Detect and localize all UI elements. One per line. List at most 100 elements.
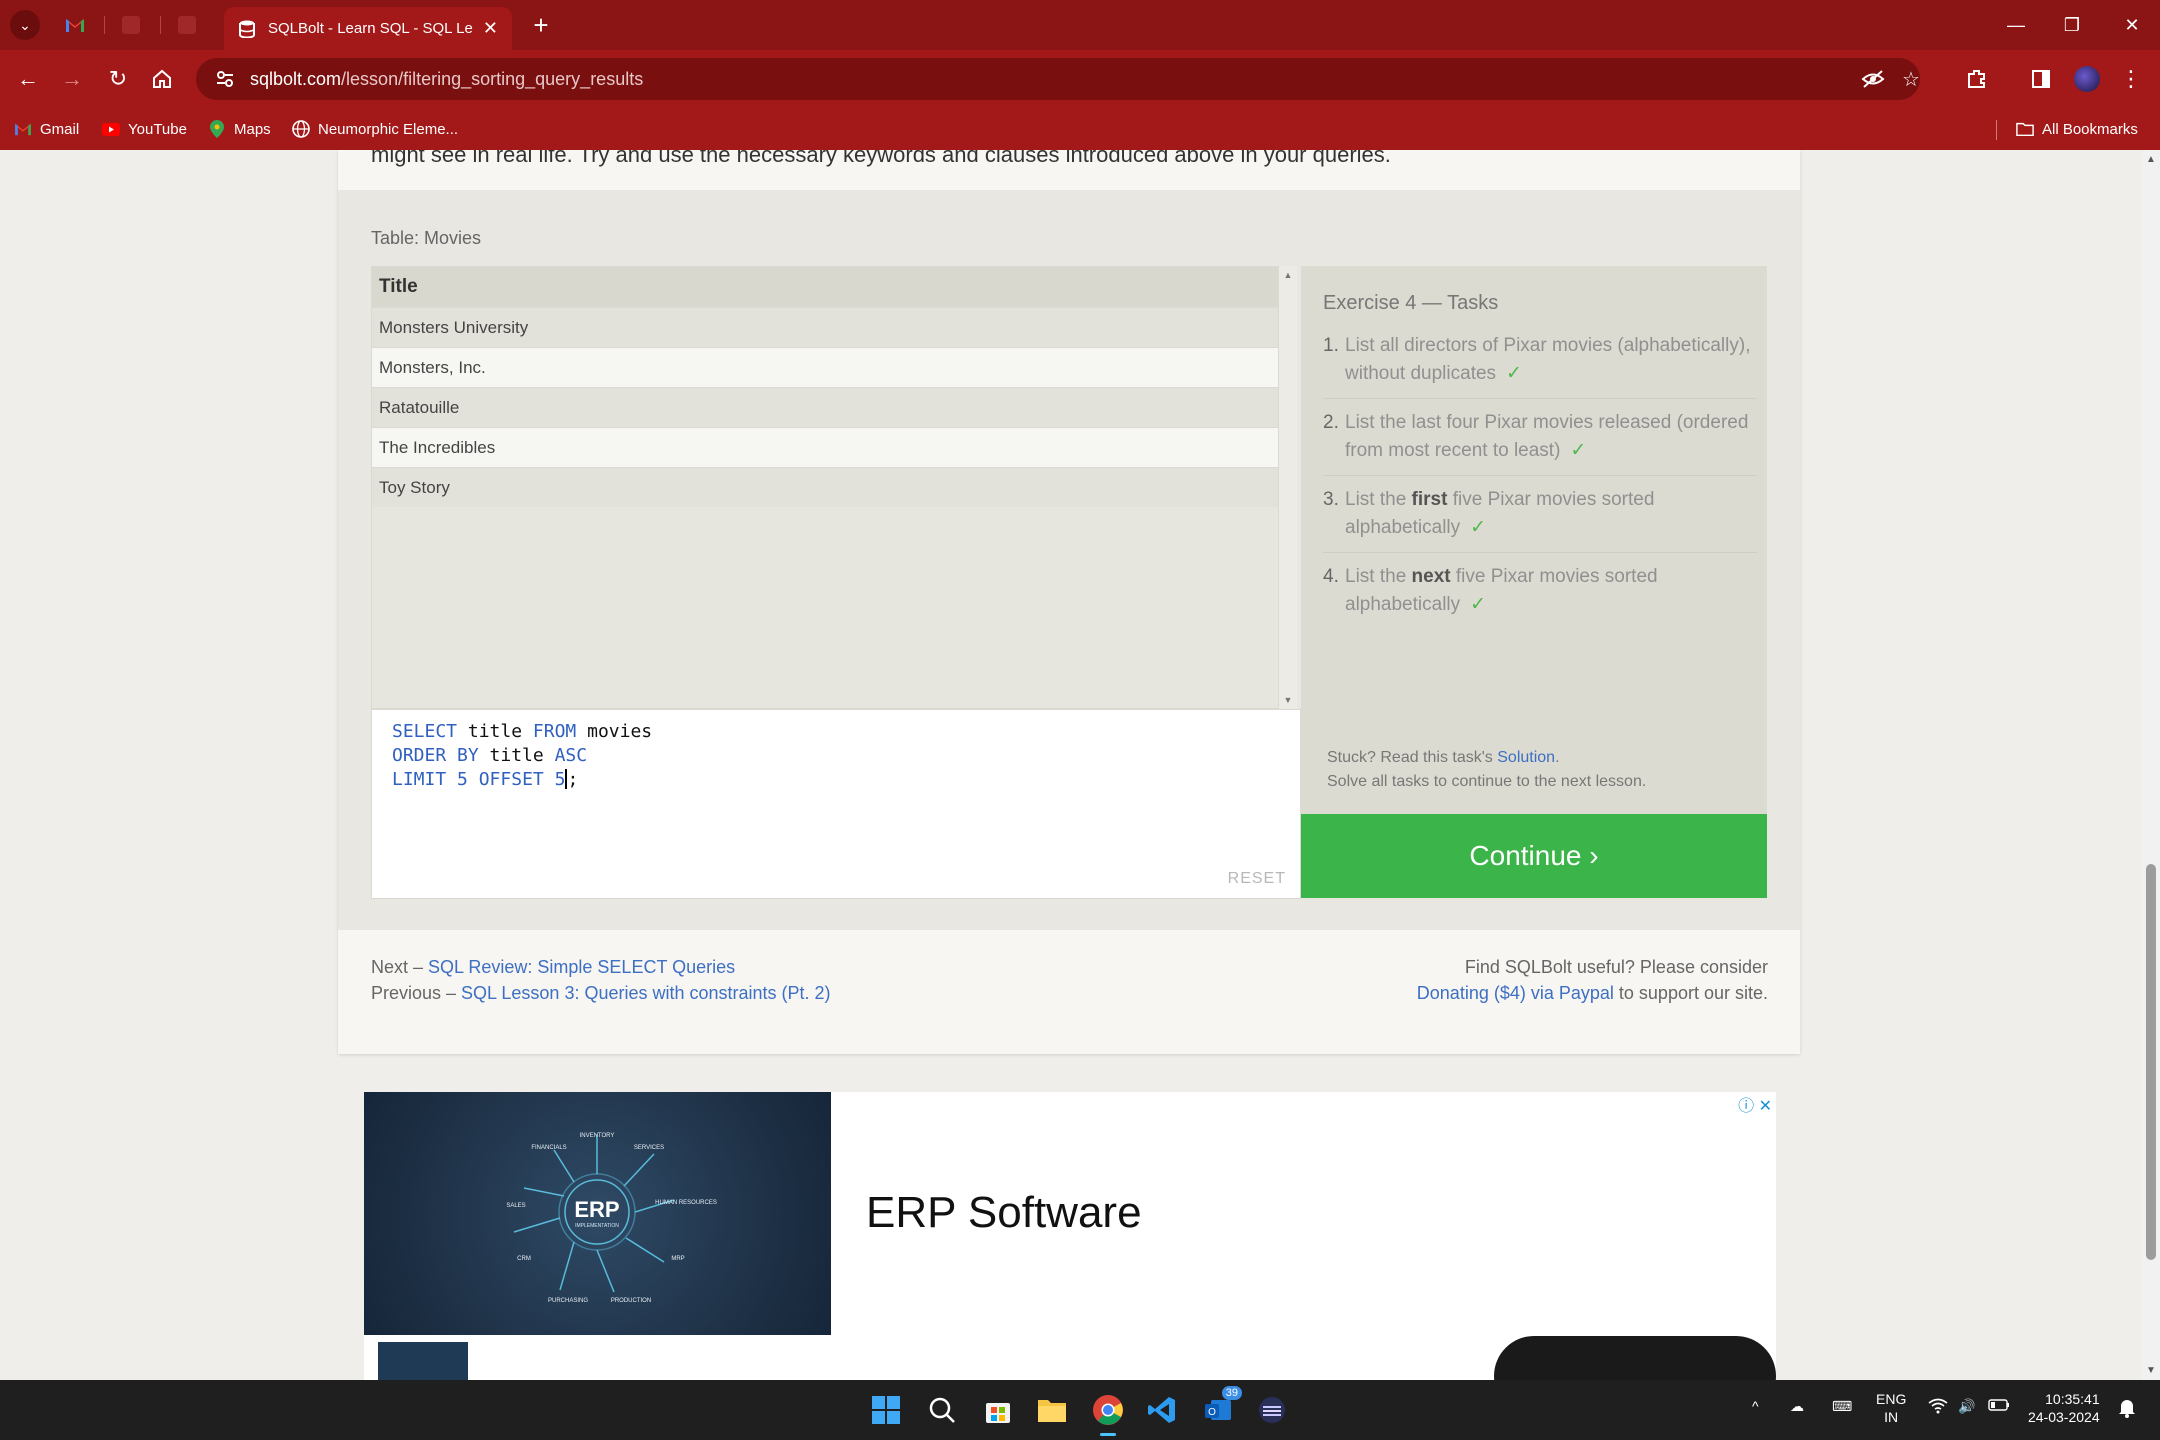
mail-icon: O [1205,1400,1231,1420]
table-row: Monsters, Inc. [372,347,1278,387]
continue-button[interactable]: Continue › [1301,814,1767,898]
wifi-icon[interactable] [1928,1398,1948,1417]
chrome-icon [1093,1395,1123,1425]
close-window-button[interactable]: ✕ [2112,10,2152,40]
active-tab[interactable]: SQLBolt - Learn SQL - SQL Less ✕ [224,7,512,50]
next-lesson-link[interactable]: SQL Review: Simple SELECT Queries [428,957,735,977]
new-tab-button[interactable]: + [526,10,556,40]
scroll-down-arrow-icon[interactable]: ▼ [2145,1365,2157,1376]
side-panel-button[interactable] [2026,64,2056,94]
minimize-button[interactable]: — [1996,10,2036,40]
profile-avatar[interactable] [2072,64,2102,94]
task-text-part: List the [1345,566,1412,587]
outlook-app[interactable]: O 39 [1198,1386,1242,1430]
ad-banner[interactable]: ERP IMPLEMENTATION FINANCIALS INVENTORY … [364,1092,1776,1380]
ad-image-label: SALES [506,1203,525,1209]
volume-icon[interactable]: 🔊 [1958,1398,1975,1415]
start-button[interactable] [866,1390,906,1430]
all-bookmarks-label: All Bookmarks [2042,120,2138,138]
scroll-down-arrow-icon[interactable]: ▼ [1282,695,1294,705]
app-launcher[interactable] [1252,1390,1292,1430]
stuck-text: . [1555,749,1560,766]
clock-time: 10:35:41 [2045,1391,2100,1407]
back-button[interactable]: ← [12,63,44,95]
svg-text:O: O [1208,1407,1216,1418]
home-button[interactable] [146,63,178,95]
show-hidden-icons-button[interactable]: ^ [1752,1398,1759,1414]
table-row: Ratatouille [372,387,1278,427]
maps-pin-icon [208,120,226,138]
site-info-icon[interactable] [214,68,236,90]
task-item: 3. List the first five Pixar movies sort… [1323,486,1757,553]
bookmark-star-icon[interactable]: ☆ [1898,66,1924,92]
forward-button[interactable]: → [56,63,88,95]
scroll-up-arrow-icon[interactable]: ▲ [2145,154,2157,165]
scroll-up-arrow-icon[interactable]: ▲ [1282,270,1294,280]
tab-search-button[interactable]: ⌄ [10,10,40,40]
store-app[interactable] [978,1390,1018,1430]
pinned-tab-3[interactable] [174,12,200,38]
menu-button[interactable]: ⋮ [2116,64,2146,94]
keyboard-icon[interactable]: ⌨ [1832,1398,1852,1415]
task-text-part: List the last four Pixar movies released… [1345,412,1749,461]
bookmark-label: Neumorphic Eleme... [318,120,459,138]
bookmark-gmail[interactable]: Gmail [14,116,79,142]
ad-cta-button[interactable] [1494,1336,1776,1380]
bookmark-youtube[interactable]: YouTube [102,116,187,142]
browser-toolbar: ← → ↻ sqlbolt.com/lesson/filtering_sorti… [0,50,2160,108]
next-label: Next – [371,957,429,977]
file-explorer-app[interactable] [1032,1390,1072,1430]
vscode-app[interactable] [1142,1390,1182,1430]
close-tab-icon[interactable]: ✕ [483,18,498,39]
task-text: List the first five Pixar movies sorted … [1345,486,1757,542]
tab-title: SQLBolt - Learn SQL - SQL Less [268,20,473,37]
solution-link[interactable]: Solution [1497,749,1555,766]
exercise-intro-text: might see in real life. Try and use the … [371,150,1391,167]
ad-headline[interactable]: ERP Software [866,1188,1142,1238]
task-text-part: List all directors of Pixar movies (alph… [1345,335,1751,384]
battery-icon[interactable] [1988,1398,2010,1414]
results-scrollbar[interactable]: ▲ ▼ [1279,266,1297,709]
pinned-tab-2[interactable] [118,12,144,38]
extensions-button[interactable] [1962,64,1992,94]
reload-button[interactable]: ↻ [102,63,134,95]
side-panel-icon [2032,70,2050,88]
onedrive-icon[interactable]: ☁ [1790,1398,1804,1415]
reset-button[interactable]: RESET [1228,870,1286,888]
scrollbar-thumb[interactable] [2146,864,2156,1260]
task-item: 4. List the next five Pixar movies sorte… [1323,563,1757,629]
taskbar: O 39 ^ ☁ ⌨ ENG IN 🔊 10:35:41 24-03-2024 [0,1380,2160,1440]
notification-bell-icon[interactable] [2118,1398,2136,1421]
all-bookmarks-button[interactable]: All Bookmarks [2016,116,2138,142]
bookmark-neumorphic[interactable]: Neumorphic Eleme... [292,116,458,142]
sql-editor[interactable]: SELECT title FROM movies ORDER BY title … [371,709,1301,899]
ad-image-label: FINANCIALS [531,1145,566,1151]
useful-text: Find SQLBolt useful? Please consider [1464,957,1768,977]
chrome-app[interactable] [1088,1390,1128,1436]
sql-semicolon: ; [567,769,579,790]
restore-button[interactable]: ❐ [2052,10,2092,40]
page-viewport: might see in real life. Try and use the … [0,150,2142,1380]
sql-keyword: ORDER BY [392,745,479,766]
donate-link[interactable]: Donating ($4) via Paypal [1417,983,1614,1003]
clock[interactable]: 10:35:41 24-03-2024 [2028,1390,2100,1426]
search-button[interactable] [922,1390,962,1430]
ad-choices-icon[interactable]: ⓘ ✕ [1738,1092,1772,1116]
youtube-icon [102,120,120,138]
sql-keyword: ASC [554,745,588,766]
page-scrollbar[interactable]: ▲ ▼ [2142,150,2160,1380]
bookmark-maps[interactable]: Maps [208,116,271,142]
language-indicator[interactable]: ENG IN [1876,1390,1906,1426]
ad-image[interactable]: ERP IMPLEMENTATION FINANCIALS INVENTORY … [364,1092,831,1335]
sql-identifier: movies [587,721,653,742]
gmail-pinned-tab[interactable] [62,12,88,38]
task-text: List all directors of Pixar movies (alph… [1345,332,1757,388]
task-emphasis: next [1411,566,1451,587]
bookmark-label: YouTube [128,120,187,138]
check-icon: ✓ [1506,363,1522,384]
address-bar[interactable]: sqlbolt.com/lesson/filtering_sorting_que… [196,58,1920,100]
ad-thumbnail[interactable] [378,1342,468,1380]
previous-lesson-link[interactable]: SQL Lesson 3: Queries with constraints (… [461,983,831,1003]
sql-code[interactable]: SELECT title FROM movies ORDER BY title … [392,720,652,792]
eye-off-icon[interactable] [1860,66,1886,92]
